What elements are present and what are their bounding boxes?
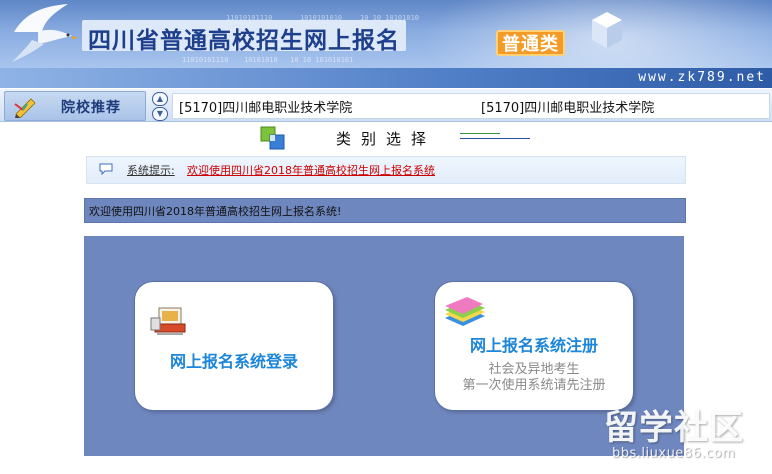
system-notice: 系统提示: 欢迎使用四川省2018年普通高校招生网上报名系统 (86, 156, 686, 184)
welcome-bar: 欢迎使用四川省2018年普通高校招生网上报名系统! (84, 198, 686, 223)
recommend-bar: 院校推荐 ▲ ▼ [5170]四川邮电职业技术学院 [5170]四川邮电职业技术… (0, 88, 772, 122)
pencil-icon (14, 98, 36, 118)
speech-bubble-icon (99, 163, 113, 175)
url-bar: www.zk789.net (0, 68, 772, 88)
binary-decoration: 10101010 (244, 56, 278, 64)
notice-prefix: 系统提示: (127, 164, 175, 177)
login-title: 网上报名系统登录 (169, 352, 298, 371)
binary-decoration: 10 10 101010101 (290, 56, 354, 64)
category-icon (260, 126, 285, 150)
register-title: 网上报名系统注册 (469, 336, 598, 355)
page-title: 四川省普通高校招生网上报名 (82, 20, 406, 54)
login-computer-icon (150, 307, 186, 335)
page-subtitle: 普通类 (496, 30, 565, 56)
binary-decoration: 11010101110 (182, 56, 229, 64)
register-subtitle-line1: 社会及异地考生 (488, 362, 580, 377)
login-card-button[interactable]: 网上报名系统登录 (135, 282, 333, 410)
watermark-logo: 留学社区 (604, 408, 744, 448)
watermark-url: bbs.liuxue86.com (612, 446, 736, 461)
school-list: [5170]四川邮电职业技术学院 [5170]四川邮电职业技术学院 (172, 93, 770, 119)
scroll-down-icon[interactable]: ▼ (152, 107, 168, 121)
welcome-text: 欢迎使用四川省2018年普通高校招生网上报名系统! (89, 205, 342, 218)
scroll-arrows: ▲ ▼ (150, 91, 168, 121)
recommend-label: 院校推荐 (61, 100, 121, 116)
recommend-label-box: 院校推荐 (4, 91, 146, 121)
main-panel: 网上报名系统登录 网上报名系统注册 社会及异地考生 第一次使用系统请先注册 (84, 236, 684, 456)
school-link[interactable]: [5170]四川邮电职业技术学院 (481, 97, 654, 116)
cube-icon (592, 12, 622, 48)
watermark: 留学社区 bbs.liuxue86.com (598, 398, 768, 468)
register-subtitle-line2: 第一次使用系统请先注册 (462, 378, 606, 393)
site-url: www.zk789.net (638, 70, 766, 85)
category-underline (460, 133, 530, 149)
school-link[interactable]: [5170]四川邮电职业技术学院 (179, 97, 352, 116)
header-banner: 11010101110 1010101010 10 10 10101010 11… (0, 0, 772, 68)
register-card-button[interactable]: 网上报名系统注册 社会及异地考生 第一次使用系统请先注册 (435, 282, 633, 410)
seagull-icon (12, 4, 78, 62)
scroll-up-icon[interactable]: ▲ (152, 92, 168, 106)
register-books-icon (445, 297, 485, 326)
category-title: 类别选择 (336, 130, 437, 148)
notice-message-link[interactable]: 欢迎使用四川省2018年普通高校招生网上报名系统 (187, 162, 435, 178)
